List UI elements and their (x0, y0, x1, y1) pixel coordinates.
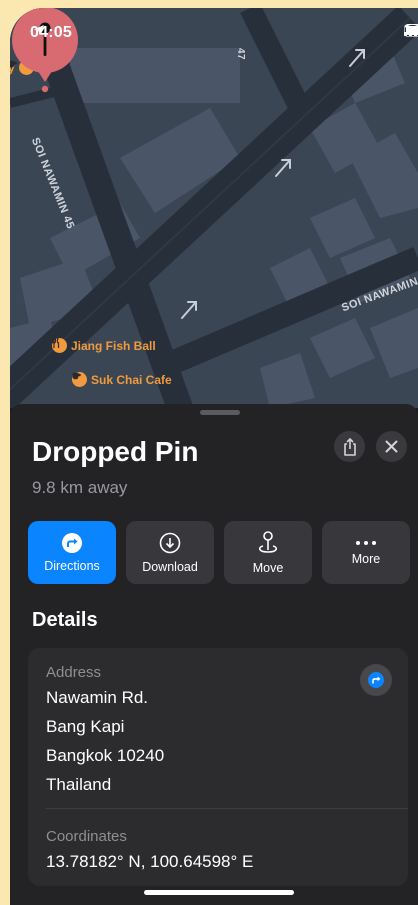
address-label: Address (46, 664, 102, 681)
address-line[interactable]: Thailand (46, 775, 111, 795)
move-button[interactable]: Move (224, 521, 312, 584)
location-arrow-icon (34, 25, 44, 35)
move-pin-icon (258, 530, 278, 553)
status-time: 04:05 (30, 24, 72, 41)
sheet-grabber[interactable] (200, 410, 240, 415)
address-line[interactable]: Nawamin Rd. (46, 688, 148, 708)
place-card-sheet[interactable]: Dropped Pin 9.8 km away Directions Downl… (10, 404, 418, 905)
ellipsis-icon (356, 540, 376, 545)
coffee-cup-icon (72, 372, 87, 387)
address-directions-button[interactable] (360, 664, 392, 696)
home-indicator[interactable] (144, 890, 294, 895)
coordinates-value[interactable]: 13.78182° N, 100.64598° E (46, 852, 253, 872)
map-poi-suk-chai-cafe[interactable]: Suk Chai Cafe (72, 372, 172, 387)
share-button[interactable] (334, 431, 365, 462)
download-button[interactable]: Download (126, 521, 214, 584)
details-heading: Details (32, 609, 98, 631)
place-title: Dropped Pin (32, 436, 199, 467)
battery-icon (404, 24, 418, 37)
map-poi-jiang-fish-ball[interactable]: Jiang Fish Ball (52, 338, 156, 353)
directions-arrow-icon (368, 672, 384, 688)
address-line[interactable]: Bangkok 10240 (46, 746, 164, 766)
fork-knife-icon (52, 338, 67, 353)
details-divider (46, 808, 408, 809)
place-distance: 9.8 km away (32, 478, 128, 497)
details-card: Address Nawamin Rd. Bang Kapi Bangkok 10… (28, 648, 408, 886)
map-view[interactable]: 04:05 SOI NAWAMIN 45 SOI NAWAMIN 47 y Ji… (10, 8, 418, 408)
close-icon (385, 440, 398, 453)
directions-button[interactable]: Directions (28, 521, 116, 584)
status-bar: 04:05 (10, 8, 418, 58)
share-icon (343, 437, 356, 456)
phone-screen: 04:05 SOI NAWAMIN 45 SOI NAWAMIN 47 y Ji… (10, 8, 418, 905)
more-button[interactable]: More (322, 521, 410, 584)
close-button[interactable] (376, 431, 407, 462)
directions-arrow-icon (62, 532, 82, 553)
address-line[interactable]: Bang Kapi (46, 717, 124, 737)
download-circle-icon (159, 532, 181, 553)
coordinates-label: Coordinates (46, 828, 127, 845)
action-buttons: Directions Download Move More (28, 521, 410, 584)
